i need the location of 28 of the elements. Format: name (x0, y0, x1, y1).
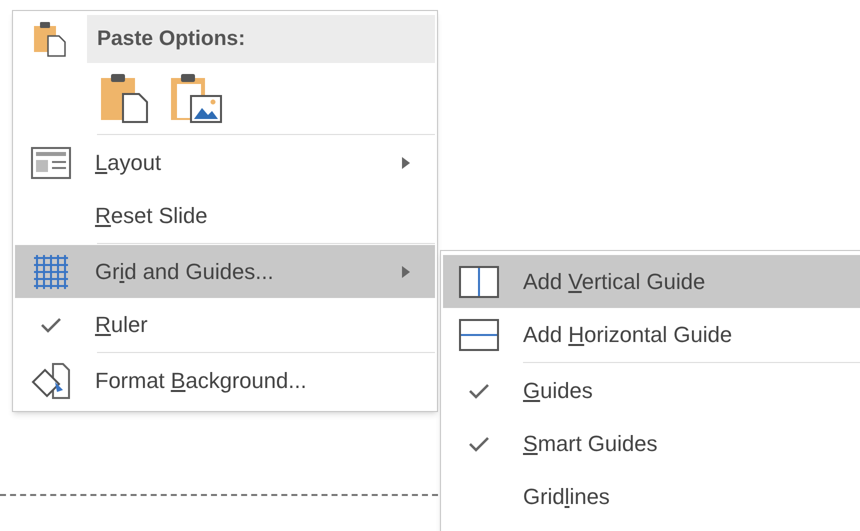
menu-item-label: Ruler (95, 312, 148, 337)
menu-item-label: Format Background... (95, 368, 307, 393)
menu-item-label: Gridlines (523, 484, 610, 509)
menu-item[interactable]: Grid and Guides... (15, 245, 435, 298)
menu-item[interactable]: Smart Guides (443, 417, 860, 470)
paint-bucket-icon (31, 362, 71, 400)
menu-item[interactable]: Gridlines (443, 470, 860, 523)
clipboard-picture-icon (169, 72, 225, 124)
menu-item-label: Layout (95, 150, 162, 175)
paste-options-header: Paste Options: (87, 15, 435, 63)
vertical-guide-icon (459, 266, 499, 298)
menu-item-label: Add Horizontal Guide (523, 322, 732, 347)
menu-item-label: Smart Guides (523, 431, 658, 456)
menu-item[interactable]: Format Background... (15, 354, 435, 407)
grid-icon (33, 254, 69, 290)
menu-item[interactable]: Add Vertical Guide (443, 255, 860, 308)
layout-icon (31, 146, 71, 178)
menu-item[interactable]: Add Horizontal Guide (443, 308, 860, 361)
menu-item-label: Reset Slide (95, 203, 208, 228)
menu-item[interactable]: Layout (15, 136, 435, 189)
menu-item-label: Guides (523, 378, 593, 403)
menu-item[interactable]: Ruler (15, 298, 435, 351)
horizontal-guide-icon (459, 318, 499, 350)
menu-item[interactable]: Reset Slide (15, 189, 435, 242)
menu-item-label: Grid and Guides... (95, 259, 274, 284)
menu-item[interactable]: Guides (443, 364, 860, 417)
paste-as-picture-button[interactable] (169, 72, 225, 124)
menu-item-label: Add Vertical Guide (523, 269, 706, 294)
